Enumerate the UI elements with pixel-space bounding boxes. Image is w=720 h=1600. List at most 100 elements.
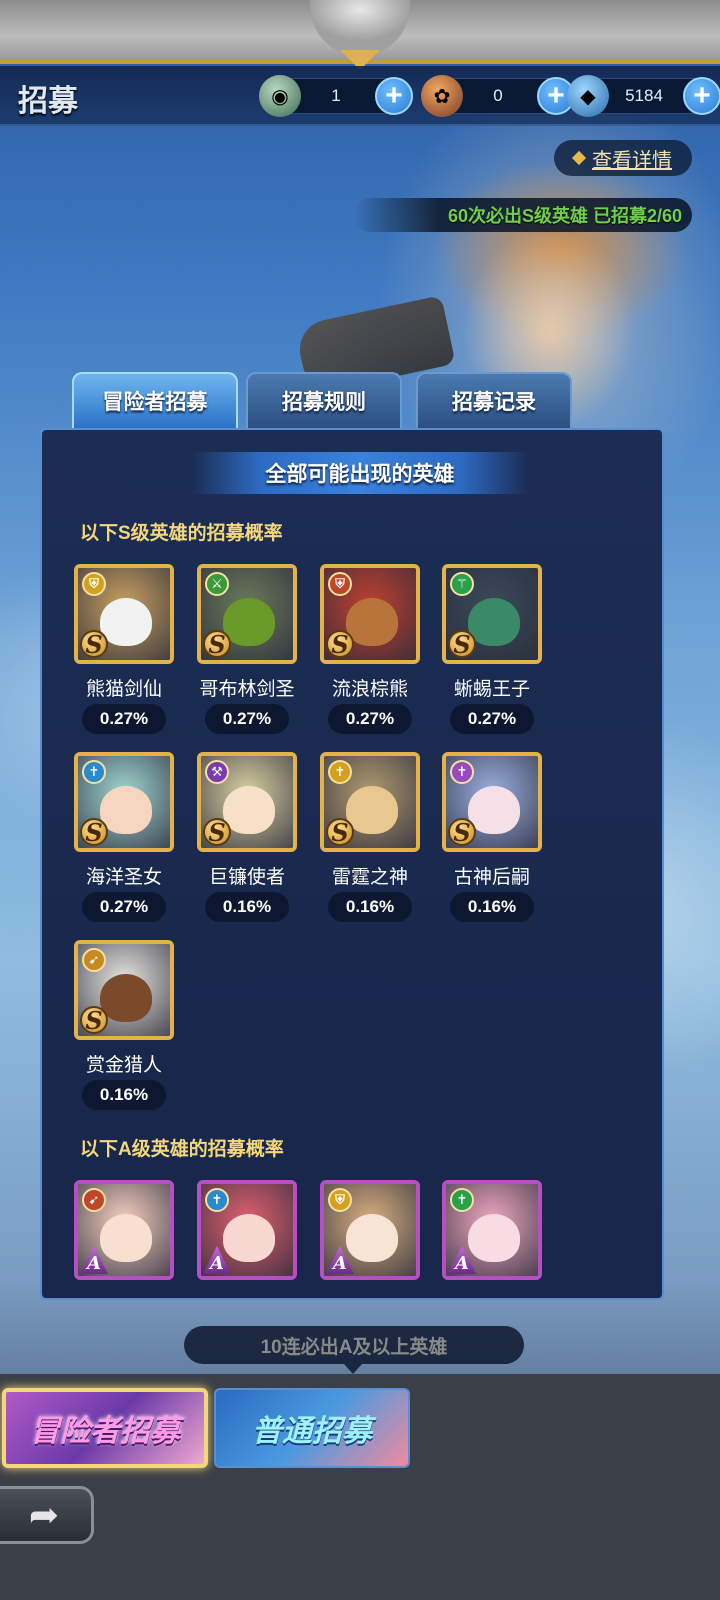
hero-card[interactable]: ✝ S [320, 752, 420, 852]
hero-face [468, 598, 520, 646]
resource-value: 5184 [625, 86, 663, 105]
hero-card[interactable]: ➹ S [74, 940, 174, 1040]
resource-flower: ✿ 0 + [421, 75, 575, 117]
hero-rate: 0.16% [205, 892, 289, 922]
resource-diamond: ◆ 5184 + [567, 75, 720, 117]
shield-icon: ⛨ [328, 572, 352, 596]
hero-rate: 0.16% [450, 892, 534, 922]
hero-rate: 0.27% [328, 704, 412, 734]
pity-counter: 60次必出S级英雄 已招募2/60 [354, 198, 692, 232]
swords-icon: ⚔ [205, 572, 229, 596]
add-diamond-button[interactable]: + [683, 77, 720, 115]
cross-icon: ✝ [82, 760, 106, 784]
view-details-label: 查看详情 [592, 149, 672, 172]
hero-face [100, 786, 152, 834]
hero-card[interactable]: ⛨ S [74, 564, 174, 664]
resource-value: 1 [331, 86, 341, 105]
shield-icon: ⛨ [82, 572, 106, 596]
hero-name: 哥布林剑圣 [199, 679, 295, 700]
rank-s-badge: S [80, 630, 108, 659]
cross-icon: ✝ [450, 760, 474, 784]
page-title: 招募 [18, 85, 78, 118]
view-details-button[interactable]: 查看详情 [554, 140, 692, 176]
bow-icon: ➹ [82, 1188, 106, 1212]
hero-name: 古神后嗣 [453, 867, 530, 888]
hero-rate: 0.27% [82, 892, 166, 922]
hero-face [468, 1214, 520, 1262]
rank-s-badge: S [203, 818, 231, 847]
s-section-label: 以下S级英雄的招募概率 [80, 523, 283, 544]
hero-rate: 0.16% [328, 892, 412, 922]
hero-name: 巨镰使者 [208, 867, 285, 888]
hero-face [100, 598, 152, 646]
hero-card[interactable]: ✝ S [74, 752, 174, 852]
hero-card[interactable]: ✝ A [442, 1180, 542, 1280]
back-button[interactable]: ➦ [0, 1486, 94, 1544]
hero-rate: 0.16% [82, 1080, 166, 1110]
a-section-label: 以下A级英雄的招募概率 [80, 1139, 284, 1160]
gem-orb-icon: ◉ [259, 75, 301, 117]
rank-s-badge: S [448, 630, 476, 659]
rank-s-badge: S [326, 630, 354, 659]
tab-adventurer-recruit[interactable]: 冒险者招募 [72, 372, 238, 442]
hero-rate: 0.27% [205, 704, 289, 734]
hero-name: 熊猫剑仙 [85, 679, 162, 700]
hero-face [223, 598, 275, 646]
resource-value: 0 [493, 86, 503, 105]
guarantee-banner: 10连必出A及以上英雄 [184, 1326, 524, 1374]
hero-name: 流浪棕熊 [331, 679, 408, 700]
diamond-icon: ◆ [567, 75, 609, 117]
pity-counter-label: 60次必出S级英雄 已招募2/60 [447, 206, 682, 226]
header-bar: 招募 ◉ 1 + ✿ 0 + ◆ 5184 + [0, 66, 720, 126]
hero-face [346, 598, 398, 646]
hero-card[interactable]: ✝ A [197, 1180, 297, 1280]
hero-card[interactable]: ⚒ S [197, 752, 297, 852]
tab-recruit-rules[interactable]: 招募规则 [246, 372, 402, 428]
hero-face [100, 1214, 152, 1262]
rank-s-badge: S [80, 818, 108, 847]
banner-emblem [310, 0, 410, 56]
pool-normal-recruit-button[interactable]: 普通招募 [214, 1388, 410, 1468]
rank-s-badge: S [80, 1006, 108, 1035]
cross-icon: ✝ [450, 1188, 474, 1212]
hero-face [223, 1214, 275, 1262]
hero-card[interactable]: ⛨ A [320, 1180, 420, 1280]
hero-face [223, 786, 275, 834]
resource-gem-orb: ◉ 1 + [259, 75, 413, 117]
hero-face [100, 974, 152, 1022]
top-banner [0, 0, 720, 70]
staff-icon: ⚚ [450, 572, 474, 596]
tab-recruit-records[interactable]: 招募记录 [416, 372, 572, 428]
hero-rate: 0.27% [450, 704, 534, 734]
rank-s-badge: S [203, 630, 231, 659]
hero-card[interactable]: ⛨ S [320, 564, 420, 664]
back-arrow-icon: ➦ [28, 1494, 60, 1535]
hero-name: 蜥蜴王子 [453, 679, 530, 700]
cross-icon: ✝ [205, 1188, 229, 1212]
flower-icon: ✿ [421, 75, 463, 117]
cross-icon: ✝ [328, 760, 352, 784]
hero-rate: 0.27% [82, 704, 166, 734]
hero-face [468, 786, 520, 834]
rank-s-badge: S [326, 818, 354, 847]
hero-name: 雷霆之神 [331, 867, 408, 888]
panel-title: 全部可能出现的英雄 [265, 463, 455, 486]
bow-icon: ➹ [82, 948, 106, 972]
scythe-icon: ⚒ [205, 760, 229, 784]
guarantee-label: 10连必出A及以上英雄 [260, 1336, 448, 1358]
add-gem-orb-button[interactable]: + [375, 77, 413, 115]
hero-face [346, 1214, 398, 1262]
shield-icon: ⛨ [328, 1188, 352, 1212]
hero-card[interactable]: ✝ S [442, 752, 542, 852]
pool-adventurer-recruit-button[interactable]: 冒险者招募 [2, 1388, 208, 1468]
hero-pool-panel: 全部可能出现的英雄 以下S级英雄的招募概率 以下A级英雄的招募概率 ⛨ S 熊猫剑仙… [40, 428, 664, 1300]
hero-name: 海洋圣女 [85, 867, 162, 888]
hero-card[interactable]: ⚔ S [197, 564, 297, 664]
hero-card[interactable]: ⚚ S [442, 564, 542, 664]
hero-name: 赏金猎人 [85, 1055, 162, 1076]
hero-face [346, 786, 398, 834]
rank-s-badge: S [448, 818, 476, 847]
panel-header: 全部可能出现的英雄 [192, 452, 528, 494]
hero-card[interactable]: ➹ A [74, 1180, 174, 1280]
diamond-bullet-icon [571, 150, 587, 166]
